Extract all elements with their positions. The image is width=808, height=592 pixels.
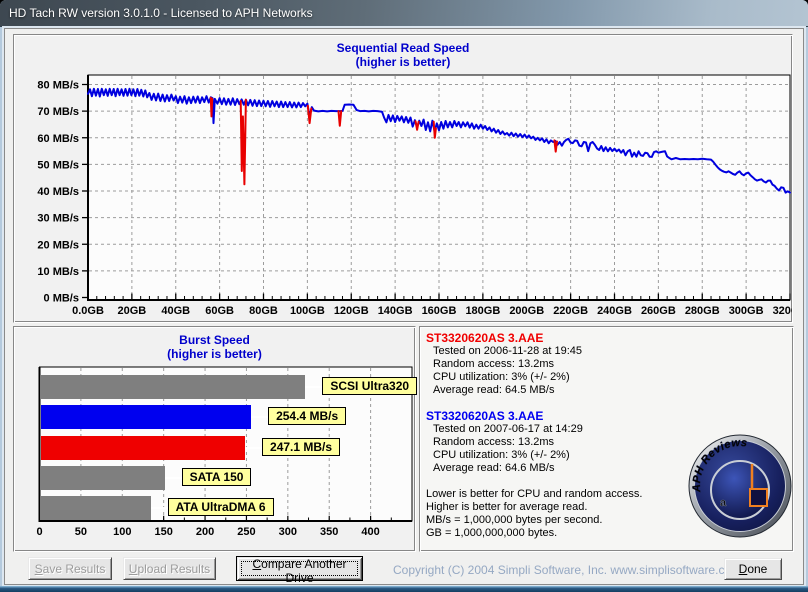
legend-note-line: Higher is better for average read. <box>426 501 683 514</box>
svg-text:80 MB/s: 80 MB/s <box>37 80 79 92</box>
burst-bar-label: SATA 150 <box>182 468 252 486</box>
svg-text:20GB: 20GB <box>118 305 147 317</box>
bar-connector <box>165 477 182 479</box>
seq-read-dip-red <box>211 98 212 117</box>
client-area: 0.0GB 20GB 40GB 60GB 80GB 100GB 120GB 140GB 160G… <box>4 28 804 585</box>
svg-text:60 MB/s: 60 MB/s <box>37 133 79 145</box>
drive-result-line: CPU utilization: 3% (+/- 2%) <box>426 371 683 384</box>
drive-result-line: Average read: 64.5 MB/s <box>426 384 683 397</box>
drive-result-line: Random access: 13.2ms <box>426 436 683 449</box>
sequential-read-chart: 0.0GB 20GB 40GB 60GB 80GB 100GB 120GB 140GB 160G… <box>14 35 792 322</box>
svg-text:0 MB/s: 0 MB/s <box>44 293 79 305</box>
svg-text:70 MB/s: 70 MB/s <box>37 106 79 118</box>
hd-tach-window: HD Tach RW version 3.0.1.0 - Licensed to… <box>0 0 808 592</box>
spacer <box>426 475 683 488</box>
svg-text:10 MB/s: 10 MB/s <box>37 266 79 278</box>
upload-results-button: Upload Results <box>123 557 216 580</box>
burst-speed-panel: 050100150200250300350400 SCSI Ultra32025… <box>13 326 416 552</box>
burst-bar-label: SCSI Ultra320 <box>322 377 417 395</box>
bar-connector <box>151 507 168 509</box>
save-results-button: Save Results <box>28 557 112 580</box>
svg-text:40 MB/s: 40 MB/s <box>37 186 79 198</box>
burst-bar <box>41 466 165 490</box>
drive-model-header: ST3320620AS 3.AAE <box>426 332 683 345</box>
drive-result-line: Random access: 13.2ms <box>426 358 683 371</box>
svg-text:100GB: 100GB <box>290 305 325 317</box>
svg-text:20 MB/s: 20 MB/s <box>37 239 79 251</box>
title-bar[interactable]: HD Tach RW version 3.0.1.0 - Licensed to… <box>0 0 808 27</box>
bar-connector <box>305 386 322 388</box>
seq-chart-title: Sequential Read Speed <box>14 41 792 55</box>
results-info-panel: ST3320620AS 3.AAETested on 2006-11-28 at… <box>419 326 794 552</box>
svg-text:160GB: 160GB <box>422 305 457 317</box>
aph-reviews-logo: APH Reviews a <box>687 426 793 548</box>
svg-text:260GB: 260GB <box>641 305 676 317</box>
sequential-read-panel: 0.0GB 20GB 40GB 60GB 80GB 100GB 120GB 140GB 160G… <box>13 34 793 323</box>
svg-text:120GB: 120GB <box>334 305 369 317</box>
burst-bar-label: 247.1 MB/s <box>262 438 340 456</box>
svg-text:200GB: 200GB <box>509 305 544 317</box>
svg-text:220GB: 220GB <box>553 305 588 317</box>
done-button[interactable]: Done <box>724 558 782 580</box>
drive-result-line: Average read: 64.6 MB/s <box>426 462 683 475</box>
svg-text:50 MB/s: 50 MB/s <box>37 159 79 171</box>
svg-text:300GB: 300GB <box>729 305 764 317</box>
compare-another-drive-button[interactable]: Compare Another Drive <box>236 556 363 581</box>
svg-text:140GB: 140GB <box>378 305 413 317</box>
svg-text:60GB: 60GB <box>205 305 234 317</box>
copyright-text: Copyright (C) 2004 Simpli Software, Inc.… <box>393 563 741 577</box>
svg-text:320GB: 320GB <box>773 305 792 317</box>
window-title: HD Tach RW version 3.0.1.0 - Licensed to… <box>9 6 313 20</box>
svg-text:80GB: 80GB <box>249 305 278 317</box>
drive-result-line: CPU utilization: 3% (+/- 2%) <box>426 449 683 462</box>
legend-note-line: Lower is better for CPU and random acces… <box>426 488 683 501</box>
burst-chart-title: Burst Speed <box>14 333 415 347</box>
burst-bar <box>41 375 306 399</box>
logo-letter: a <box>720 497 727 509</box>
legend-note-line: MB/s = 1,000,000 bytes per second. <box>426 514 683 527</box>
svg-text:0.0GB: 0.0GB <box>72 305 104 317</box>
drive-result-line: Tested on 2006-11-28 at 19:45 <box>426 345 683 358</box>
logo-orange-square <box>750 489 767 506</box>
burst-bar <box>41 436 246 460</box>
drive-model-header: ST3320620AS 3.AAE <box>426 410 683 423</box>
burst-chart-subtitle: (higher is better) <box>14 347 415 361</box>
svg-text:280GB: 280GB <box>685 305 720 317</box>
bar-connector <box>245 447 262 449</box>
svg-text:40GB: 40GB <box>161 305 190 317</box>
svg-text:30 MB/s: 30 MB/s <box>37 213 79 225</box>
burst-bar <box>41 496 151 520</box>
drive-results-text: ST3320620AS 3.AAETested on 2006-11-28 at… <box>426 332 683 540</box>
svg-text:240GB: 240GB <box>597 305 632 317</box>
burst-bar <box>41 405 252 429</box>
drive-result-line: Tested on 2007-06-17 at 14:29 <box>426 423 683 436</box>
bar-connector <box>251 416 268 418</box>
seq-chart-subtitle: (higher is better) <box>14 55 792 69</box>
burst-bar-label: 254.4 MB/s <box>268 407 346 425</box>
svg-text:180GB: 180GB <box>465 305 500 317</box>
burst-bar-label: ATA UltraDMA 6 <box>168 498 274 516</box>
legend-note-line: GB = 1,000,000,000 bytes. <box>426 527 683 540</box>
